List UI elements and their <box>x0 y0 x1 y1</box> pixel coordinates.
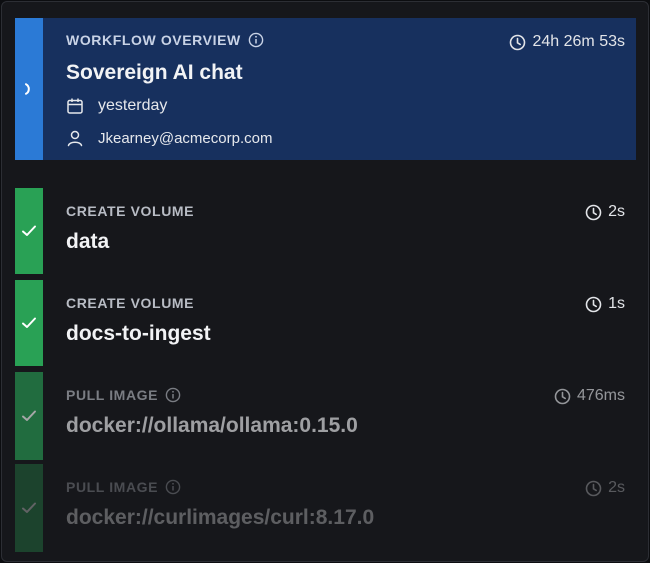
overview-date-value: yesterday <box>98 97 168 114</box>
step-caption-label: PULL IMAGE <box>66 387 159 403</box>
clock-icon <box>585 480 602 497</box>
overview-caption-label: WORKFLOW OVERVIEW <box>66 32 241 48</box>
step-duration-value: 2s <box>608 203 625 220</box>
status-stripe-success <box>15 280 43 366</box>
workflow-overview-card[interactable]: WORKFLOW OVERVIEW 24h 26m 53s Sovereign … <box>15 18 636 160</box>
overview-user: Jkearney@acmecorp.com <box>66 129 272 147</box>
step-card-pull-image-ollama[interactable]: PULL IMAGE 476ms docker://ollama/ollama:… <box>15 372 636 460</box>
status-stripe-running <box>15 18 43 160</box>
step-duration-value: 1s <box>608 295 625 312</box>
overview-date: yesterday <box>66 97 167 115</box>
info-icon[interactable] <box>248 32 264 48</box>
clock-icon <box>554 388 571 405</box>
step-duration: 1s <box>585 295 625 313</box>
checkmark-icon <box>21 224 37 238</box>
overview-duration-value: 24h 26m 53s <box>532 33 625 50</box>
info-icon[interactable] <box>165 479 181 495</box>
spinner-icon <box>22 82 36 96</box>
step-duration: 2s <box>585 479 625 497</box>
checkmark-icon <box>21 501 37 515</box>
step-title: docker://ollama/ollama:0.15.0 <box>66 414 358 437</box>
status-stripe-success <box>15 372 43 460</box>
checkmark-icon <box>21 409 37 423</box>
step-card-pull-image-curl[interactable]: PULL IMAGE 2s docker://curlimages/curl:8… <box>15 464 636 552</box>
step-card-create-volume-data[interactable]: CREATE VOLUME 2s data <box>15 188 636 274</box>
clock-icon <box>585 204 602 221</box>
step-duration-value: 476ms <box>576 387 625 404</box>
overview-title: Sovereign AI chat <box>66 61 243 84</box>
status-stripe-success <box>15 464 43 552</box>
step-caption-label: PULL IMAGE <box>66 479 159 495</box>
step-card-create-volume-docs[interactable]: CREATE VOLUME 1s docs-to-ingest <box>15 280 636 366</box>
user-icon <box>66 129 84 147</box>
overview-user-email: Jkearney@acmecorp.com <box>98 129 273 147</box>
step-caption: CREATE VOLUME <box>66 203 195 219</box>
step-caption: PULL IMAGE <box>66 387 181 403</box>
step-duration: 476ms <box>554 387 625 405</box>
step-caption: PULL IMAGE <box>66 479 181 495</box>
overview-duration: 24h 26m 53s <box>509 33 625 51</box>
step-duration: 2s <box>585 203 625 221</box>
clock-icon <box>585 296 602 313</box>
step-caption: CREATE VOLUME <box>66 295 195 311</box>
step-title: docker://curlimages/curl:8.17.0 <box>66 506 375 529</box>
overview-caption: WORKFLOW OVERVIEW <box>66 32 264 48</box>
step-title: data <box>66 230 110 253</box>
checkmark-icon <box>21 316 37 330</box>
workflow-panel: WORKFLOW OVERVIEW 24h 26m 53s Sovereign … <box>1 1 649 562</box>
info-icon[interactable] <box>165 387 181 403</box>
status-stripe-success <box>15 188 43 274</box>
step-duration-value: 2s <box>608 479 625 496</box>
step-title: docs-to-ingest <box>66 322 211 345</box>
calendar-icon <box>66 97 84 115</box>
clock-icon <box>509 34 526 51</box>
